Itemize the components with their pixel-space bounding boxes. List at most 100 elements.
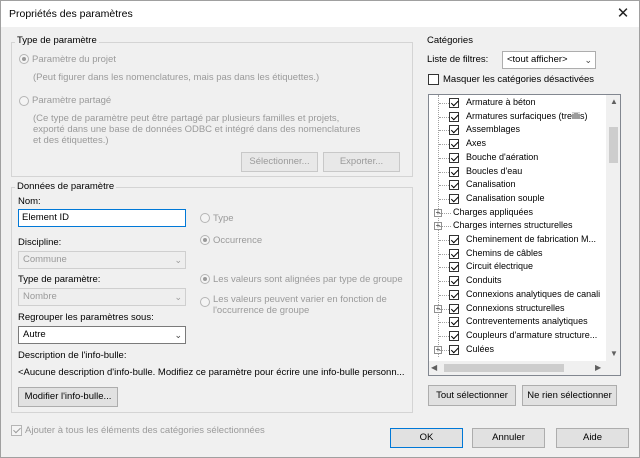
category-item[interactable]: + Connexions structurelles: [429, 303, 605, 316]
filter-list-select[interactable]: <tout afficher> ⌄: [502, 51, 596, 69]
category-label: Coupleurs d'armature structure...: [466, 329, 598, 340]
category-checkbox[interactable]: [449, 139, 459, 150]
category-item[interactable]: Armatures surfaciques (treillis): [429, 111, 605, 124]
parameter-data-group-title: Données de paramètre: [15, 181, 117, 192]
project-parameter-description: (Peut figurer dans les nomenclatures, ma…: [33, 72, 320, 83]
select-none-button[interactable]: Ne rien sélectionner: [522, 385, 617, 406]
category-item[interactable]: Circuit électrique: [429, 261, 605, 274]
add-to-all-elements-checkbox[interactable]: [11, 425, 22, 436]
category-item[interactable]: Axes: [429, 138, 605, 151]
category-checkbox[interactable]: [449, 180, 459, 191]
hide-unchecked-checkbox[interactable]: [428, 74, 439, 85]
category-checkbox[interactable]: [449, 289, 459, 300]
category-label: Boucles d'eau: [466, 165, 523, 176]
values-vary-radio[interactable]: [200, 297, 210, 307]
category-checkbox[interactable]: [449, 248, 459, 259]
category-item[interactable]: Connexions analytiques de canali: [429, 289, 605, 302]
category-checkbox[interactable]: [449, 193, 459, 204]
category-item[interactable]: Contreventements analytiques: [429, 316, 605, 329]
shared-parameter-radio[interactable]: [19, 96, 29, 106]
category-checkbox[interactable]: [449, 317, 459, 328]
select-all-button[interactable]: Tout sélectionner: [428, 385, 516, 406]
category-label: Canalisation: [466, 179, 516, 190]
category-checkbox[interactable]: [449, 152, 459, 163]
hide-unchecked-label: Masquer les catégories désactivées: [443, 74, 595, 85]
parameter-type-group-title: Type de paramètre: [15, 35, 99, 46]
name-input[interactable]: Element ID: [18, 209, 186, 227]
category-item[interactable]: Assemblages: [429, 124, 605, 137]
category-label: Charges appliquées: [453, 206, 534, 217]
chevron-down-icon: ⌄: [174, 292, 182, 302]
title-bar: Propriétés des paramètres ✕: [1, 1, 639, 27]
category-item[interactable]: Canalisation: [429, 179, 605, 192]
category-checkbox[interactable]: [449, 235, 459, 245]
category-checkbox[interactable]: [449, 125, 459, 136]
category-label: Connexions analytiques de canali: [466, 288, 601, 299]
category-item[interactable]: + Charges appliquées: [429, 207, 605, 220]
tooltip-description-value: <Aucune description d'info-bulle. Modifi…: [18, 367, 405, 378]
category-checkbox[interactable]: [449, 344, 459, 355]
category-item[interactable]: + Culées: [429, 344, 605, 357]
category-item[interactable]: Boucles d'eau: [429, 166, 605, 179]
category-label: Contreventements analytiques: [466, 316, 588, 327]
project-parameter-label: Paramètre du projet: [32, 54, 116, 65]
type-radio-label: Type: [213, 213, 234, 224]
close-icon[interactable]: ✕: [607, 1, 639, 27]
group-under-value: Autre: [23, 329, 46, 340]
category-label: Chemins de câbles: [466, 247, 543, 258]
category-checkbox[interactable]: [449, 111, 459, 122]
category-label: Cheminement de fabrication M...: [466, 234, 597, 244]
shared-parameter-label: Paramètre partagé: [32, 95, 112, 106]
category-label: Culées: [466, 343, 495, 354]
category-item[interactable]: Conduits: [429, 275, 605, 288]
chevron-down-icon: ⌄: [174, 255, 182, 265]
category-checkbox[interactable]: [449, 330, 459, 341]
category-item[interactable]: Chemins de câbles: [429, 248, 605, 261]
edit-tooltip-button[interactable]: Modifier l'info-bulle...: [18, 387, 118, 407]
category-item[interactable]: Armature à béton: [429, 97, 605, 110]
group-under-label: Regrouper les paramètres sous:: [18, 312, 154, 323]
name-label: Nom:: [18, 196, 41, 207]
help-button[interactable]: Aide: [556, 428, 629, 448]
occurrence-radio[interactable]: [200, 235, 210, 245]
parameter-type-label: Type de paramètre:: [18, 274, 101, 285]
group-under-select[interactable]: Autre ⌄: [18, 326, 186, 344]
category-label: Circuit électrique: [466, 261, 534, 272]
category-label: Conduits: [466, 275, 502, 286]
scroll-down-icon[interactable]: ▼: [610, 349, 618, 358]
values-aligned-label: Les valeurs sont alignées par type de gr…: [213, 274, 403, 285]
parameter-type-value: Nombre: [23, 291, 57, 302]
category-label: Armature à béton: [466, 97, 536, 107]
values-aligned-radio[interactable]: [200, 274, 210, 284]
discipline-value: Commune: [23, 254, 67, 265]
category-item[interactable]: Canalisation souple: [429, 193, 605, 206]
scroll-left-icon[interactable]: ◀: [431, 363, 437, 372]
export-button[interactable]: Exporter...: [323, 152, 400, 172]
category-item[interactable]: Coupleurs d'armature structure...: [429, 330, 605, 343]
horizontal-scroll-thumb[interactable]: [444, 364, 564, 372]
cancel-button[interactable]: Annuler: [472, 428, 545, 448]
ok-button[interactable]: OK: [390, 428, 463, 448]
category-checkbox[interactable]: [449, 262, 459, 273]
category-item[interactable]: + Charges internes structurelles: [429, 220, 605, 233]
values-vary-label-line2: l'occurrence de groupe: [213, 305, 310, 316]
category-item[interactable]: Bouche d'aération: [429, 152, 605, 165]
scroll-right-icon[interactable]: ▶: [595, 363, 601, 372]
category-checkbox[interactable]: [449, 98, 459, 108]
parameter-properties-dialog: Propriétés des paramètres ✕ Type de para…: [0, 0, 640, 458]
discipline-select[interactable]: Commune ⌄: [18, 251, 186, 269]
category-checkbox[interactable]: [449, 276, 459, 287]
parameter-type-select[interactable]: Nombre ⌄: [18, 288, 186, 306]
type-radio[interactable]: [200, 213, 210, 223]
vertical-scroll-thumb[interactable]: [609, 127, 618, 163]
category-checkbox[interactable]: [449, 303, 459, 314]
category-label: Canalisation souple: [466, 192, 545, 203]
select-button[interactable]: Sélectionner...: [241, 152, 318, 172]
tree-connector: [439, 212, 451, 214]
project-parameter-radio[interactable]: [19, 54, 29, 64]
add-to-all-elements-label: Ajouter à tous les éléments des catégori…: [25, 425, 265, 436]
category-checkbox[interactable]: [449, 166, 459, 177]
scroll-up-icon[interactable]: ▲: [610, 97, 618, 106]
occurrence-radio-label: Occurrence: [213, 235, 263, 246]
category-item[interactable]: Cheminement de fabrication M...: [429, 234, 605, 247]
